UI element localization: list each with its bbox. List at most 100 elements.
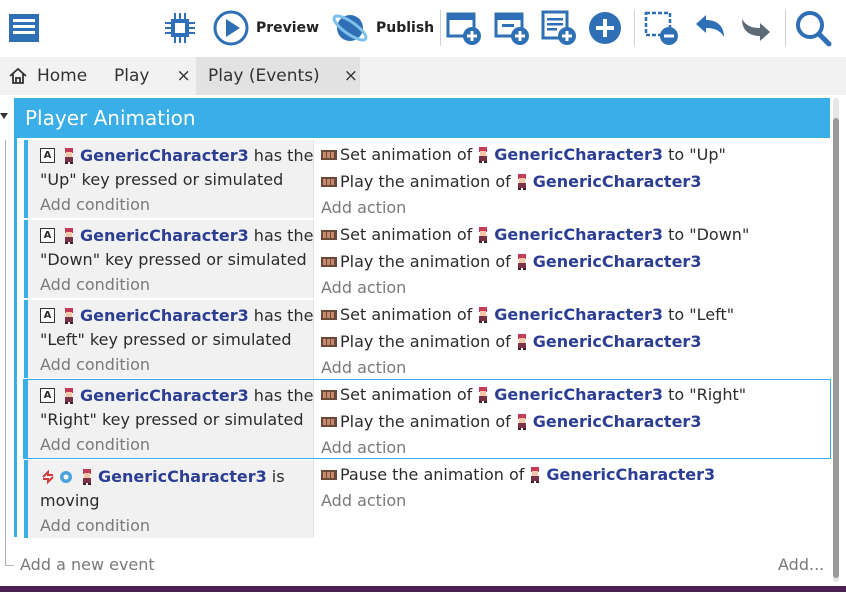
condition-text: is [266, 467, 285, 486]
action-text: to "Left" [663, 305, 735, 324]
conditions-column[interactable]: A GenericCharacter3 has the "Left" key p… [28, 300, 313, 378]
tab-play-events-label: Play (Events) [208, 66, 320, 86]
conditions-column[interactable]: A GenericCharacter3 has the "Up" key pre… [28, 140, 313, 218]
character-sprite-icon [65, 307, 73, 324]
condition-line[interactable]: A GenericCharacter3 has the [40, 226, 313, 245]
condition-text: has the [248, 226, 314, 245]
action-text: Play the animation of [340, 172, 511, 191]
tab-home-label: Home [37, 66, 88, 86]
preview-button[interactable]: Preview [212, 8, 319, 48]
keyboard-icon: A [40, 228, 55, 243]
action-line[interactable]: Play the animation of GenericCharacter3 [321, 172, 701, 191]
add-condition-link[interactable]: Add condition [40, 195, 150, 214]
action-line[interactable]: Set animation of GenericCharacter3 to "U… [321, 145, 726, 164]
action-line[interactable]: Play the animation of GenericCharacter3 [321, 332, 701, 351]
conditions-column[interactable]: A GenericCharacter3 has the "Down" key p… [28, 220, 313, 298]
toolbar-separator [634, 10, 635, 46]
condition-line[interactable]: GenericCharacter3 is [40, 467, 285, 486]
undo-icon [696, 15, 724, 37]
conditions-column[interactable]: GenericCharacter3 is moving Add conditio… [28, 460, 313, 538]
add-condition-link[interactable]: Add condition [40, 435, 150, 454]
tab-play-events[interactable]: Play (Events) × [196, 57, 360, 95]
actions-column[interactable]: Set animation of GenericCharacter3 to "R… [313, 380, 830, 458]
search-button[interactable] [793, 8, 833, 48]
add-condition-link[interactable]: Add condition [40, 355, 150, 374]
condition-text: has the [248, 306, 314, 325]
object-name: GenericCharacter3 [494, 305, 664, 324]
action-text: Play the animation of [340, 252, 511, 271]
undo-button[interactable] [692, 8, 728, 48]
action-line[interactable]: Play the animation of GenericCharacter3 [321, 412, 701, 431]
action-text: Set animation of [340, 145, 473, 164]
add-more-link[interactable]: Add... [778, 555, 824, 574]
actions-column[interactable]: Set animation of GenericCharacter3 to "L… [313, 300, 830, 378]
add-action-link[interactable]: Add action [321, 491, 406, 510]
character-sprite-icon [517, 253, 526, 270]
preview-label: Preview [256, 20, 320, 36]
condition-line[interactable]: A GenericCharacter3 has the [40, 306, 313, 325]
object-name: GenericCharacter3 [494, 225, 664, 244]
character-sprite-icon [517, 173, 526, 190]
actions-column[interactable]: Pause the animation of GenericCharacter3… [313, 460, 830, 537]
object-name: GenericCharacter3 [546, 465, 716, 484]
tab-home[interactable]: Home [8, 57, 87, 95]
conditions-column[interactable]: A GenericCharacter3 has the "Right" key … [28, 380, 313, 458]
add-action-link[interactable]: Add action [321, 358, 406, 377]
toolbar-separator [440, 10, 441, 46]
redo-button[interactable] [738, 8, 774, 48]
object-name: GenericCharacter3 [494, 145, 664, 164]
tab-play-close-button[interactable]: × [176, 66, 190, 86]
collapse-arrow-icon[interactable] [0, 113, 8, 119]
object-name: GenericCharacter3 [98, 467, 267, 486]
add-action-link[interactable]: Add action [321, 198, 406, 217]
action-line[interactable]: Set animation of GenericCharacter3 to "D… [321, 225, 749, 244]
condition-line[interactable]: A GenericCharacter3 has the [40, 386, 313, 405]
project-manager-button[interactable] [6, 8, 42, 48]
add-comment-button[interactable] [541, 8, 577, 48]
character-sprite-icon [65, 227, 73, 244]
event-group-bar [14, 138, 17, 537]
keyboard-icon: A [40, 148, 55, 163]
add-condition-link[interactable]: Add condition [40, 516, 150, 535]
debugger-button[interactable] [162, 8, 198, 48]
action-text: Play the animation of [340, 412, 511, 431]
event-row[interactable]: A GenericCharacter3 has the "Up" key pre… [24, 140, 830, 218]
action-line[interactable]: Set animation of GenericCharacter3 to "L… [321, 305, 734, 324]
character-sprite-icon [83, 468, 91, 485]
object-name: GenericCharacter3 [80, 386, 249, 405]
character-sprite-icon [65, 387, 73, 404]
action-text: Set animation of [340, 225, 473, 244]
add-action-link[interactable]: Add action [321, 438, 406, 457]
add-new-event-link[interactable]: Add a new event [20, 555, 155, 574]
event-row[interactable]: A GenericCharacter3 has the "Left" key p… [24, 300, 830, 378]
action-text: to "Right" [663, 385, 747, 404]
action-line[interactable]: Play the animation of GenericCharacter3 [321, 252, 701, 271]
condition-text: has the [248, 386, 314, 405]
object-name: GenericCharacter3 [532, 412, 702, 431]
add-action-link[interactable]: Add action [321, 278, 406, 297]
animation-icon [321, 389, 337, 400]
event-row[interactable]: GenericCharacter3 is moving Add conditio… [24, 460, 830, 538]
condition-text-line2: "Down" key pressed or simulated [40, 250, 307, 269]
tab-play-events-close-button[interactable]: × [344, 66, 358, 86]
actions-column[interactable]: Set animation of GenericCharacter3 to "D… [313, 220, 830, 298]
project-manager-icon [9, 14, 39, 42]
editor-tabs: Home Play × Play (Events) × [0, 57, 846, 96]
condition-line[interactable]: A GenericCharacter3 has the [40, 146, 313, 165]
vertical-scrollbar-thumb[interactable] [833, 118, 839, 578]
event-row-selected[interactable]: A GenericCharacter3 has the "Right" key … [23, 379, 831, 459]
add-more-button[interactable] [587, 8, 623, 48]
add-condition-link[interactable]: Add condition [40, 275, 150, 294]
add-subevent-button[interactable] [494, 8, 530, 48]
search-icon [796, 11, 832, 47]
action-text: Play the animation of [340, 332, 511, 351]
tab-play[interactable]: Play × [114, 57, 196, 95]
event-group-header[interactable]: Player Animation [14, 98, 830, 138]
action-line[interactable]: Set animation of GenericCharacter3 to "R… [321, 385, 746, 404]
add-event-button[interactable] [446, 8, 482, 48]
action-line[interactable]: Pause the animation of GenericCharacter3 [321, 465, 715, 484]
actions-column[interactable]: Set animation of GenericCharacter3 to "U… [313, 140, 830, 218]
publish-button[interactable]: Publish [330, 8, 434, 48]
event-row[interactable]: A GenericCharacter3 has the "Down" key p… [24, 220, 830, 298]
delete-button[interactable] [643, 8, 679, 48]
